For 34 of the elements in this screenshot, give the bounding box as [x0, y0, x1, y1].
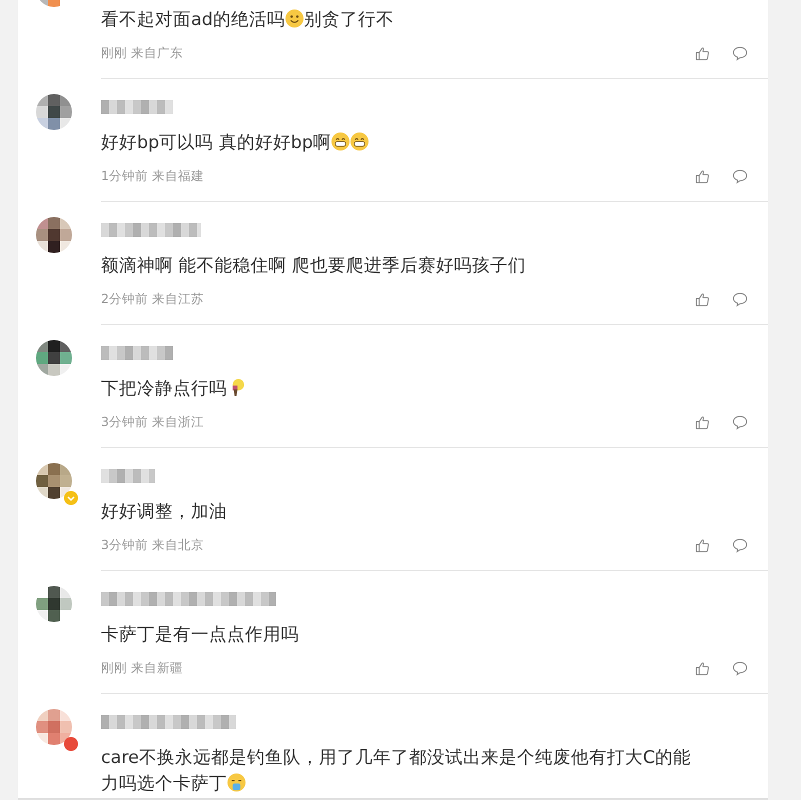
comment-icon[interactable] — [732, 660, 748, 676]
comment-icon[interactable] — [732, 292, 748, 306]
pixelated-name — [101, 100, 173, 114]
crying-face-icon — [227, 773, 246, 792]
comment-icon[interactable] — [732, 538, 748, 552]
comment-text: 看不起对面ad的绝活吗 — [101, 10, 285, 30]
pixelated-name — [101, 346, 173, 360]
smiley-icon — [284, 9, 304, 28]
comment-text: 别贪了行不 — [304, 10, 394, 30]
grin-icon — [331, 132, 350, 151]
comment-text: 额滴神啊 能不能稳住啊 爬也要爬进季后赛好吗孩子们 — [101, 256, 526, 276]
comment-meta: 3分钟前 来自北京 — [101, 536, 204, 554]
pixelated-name — [101, 469, 155, 483]
thumbs-up-icon[interactable] — [695, 414, 710, 430]
comment-text: care不换永远都是钓鱼队，用了几年了都没试出来是个纯废他有打大C的能 — [101, 748, 692, 768]
comment-icon[interactable] — [732, 414, 748, 430]
comment-meta: 刚刚 来自广东 — [101, 44, 183, 62]
thumbs-up-icon[interactable] — [695, 46, 710, 60]
comment-meta: 1分钟前 来自福建 — [101, 168, 204, 184]
comment-text: 好好bp可以吗 真的好好bp啊 — [101, 133, 331, 153]
comment-text: 力吗选个卡萨丁 — [101, 774, 227, 794]
comment-meta: 3分钟前 来自浙江 — [101, 414, 204, 430]
thumbs-up-icon[interactable] — [695, 660, 710, 676]
grin-icon — [350, 132, 369, 151]
comment-meta: 刚刚 来自新疆 — [101, 660, 183, 676]
comment-icon[interactable] — [732, 168, 748, 184]
comment-meta: 2分钟前 来自江苏 — [101, 290, 204, 308]
comment-text: 好好调整，加油 — [101, 502, 227, 522]
thumbs-up-icon[interactable] — [695, 168, 710, 184]
comment-icon[interactable] — [732, 46, 748, 60]
thumbs-up-icon[interactable] — [695, 538, 710, 552]
comment-text: 卡萨丁是有一点点作用吗 — [101, 625, 299, 645]
thumbs-up-icon[interactable] — [695, 292, 710, 306]
comment-text: 下把冷静点行吗 — [101, 379, 227, 399]
